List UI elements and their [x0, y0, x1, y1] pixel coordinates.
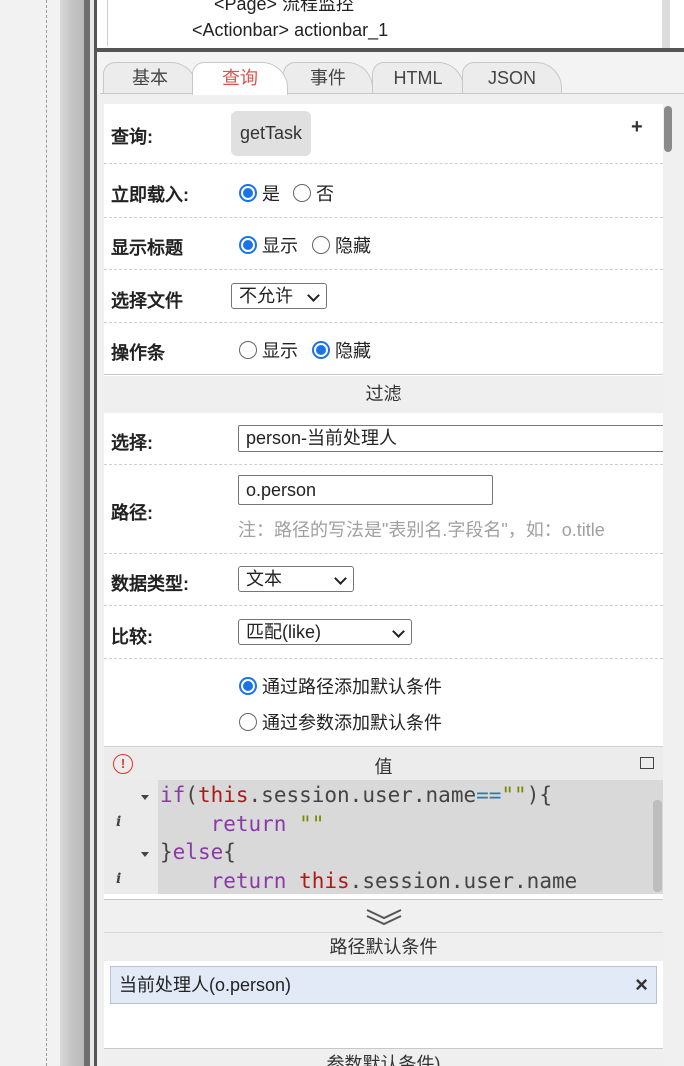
- tree-node-page[interactable]: <Page> 流程监控: [214, 0, 354, 16]
- compare-row: 比较: 匹配(like): [104, 606, 663, 659]
- info-gutter-icon: i: [116, 814, 122, 830]
- add-by-param-radio[interactable]: 通过参数添加默认条件: [239, 709, 442, 735]
- radio-checked-icon: [239, 184, 257, 202]
- path-conditions-title: 路径默认条件: [104, 933, 663, 961]
- component-tree: <Page> 流程监控 <Actionbar> actionbar_1: [97, 0, 684, 48]
- filter-select-row: 选择: person-当前处理人: [104, 413, 663, 465]
- tab-query[interactable]: 查询: [192, 62, 288, 95]
- data-type-dropdown[interactable]: 文本: [238, 566, 354, 592]
- radio-unchecked-icon: [239, 341, 257, 359]
- code-gutter: i i: [104, 780, 158, 894]
- query-properties-panel: 查询: getTask + 立即载入: 是 否 显示标题 显示 隐藏 选择文件 …: [104, 104, 663, 1066]
- expand-toggle[interactable]: [104, 899, 663, 933]
- query-row: 查询: getTask +: [104, 104, 663, 164]
- path-hint: 注：路径的写法是"表别名.字段名"，如：o.title: [238, 520, 605, 540]
- panel-border: [94, 0, 97, 1066]
- remove-condition-button[interactable]: ×: [635, 967, 648, 1003]
- action-bar-label: 操作条: [111, 343, 165, 363]
- value-editor-title: 值: [374, 757, 393, 777]
- fold-arrow-icon[interactable]: [141, 852, 149, 857]
- param-conditions-title: 参数默认条件): [104, 1048, 663, 1066]
- tab-json[interactable]: JSON: [462, 62, 562, 94]
- radio-unchecked-icon: [239, 713, 257, 731]
- load-now-row: 立即载入: 是 否: [104, 164, 663, 218]
- filter-path-row: 路径: o.person 注：路径的写法是"表别名.字段名"，如：o.title: [104, 465, 663, 554]
- tab-events[interactable]: 事件: [283, 62, 373, 94]
- chevron-down-icon: [392, 625, 405, 638]
- tree-scrollbar[interactable]: [662, 0, 670, 48]
- compare-dropdown[interactable]: 匹配(like): [238, 619, 412, 645]
- show-title-row: 显示标题 显示 隐藏: [104, 218, 663, 270]
- query-name-chip[interactable]: getTask: [231, 111, 311, 156]
- maximize-icon[interactable]: [640, 757, 654, 769]
- select-file-dropdown[interactable]: 不允许: [231, 283, 327, 309]
- info-gutter-icon: i: [116, 871, 122, 887]
- show-title-show-radio[interactable]: 显示: [239, 232, 298, 258]
- panel-scrollbar[interactable]: [663, 104, 684, 1066]
- select-file-label: 选择文件: [111, 291, 183, 311]
- code-line-4: return this.session.user.name: [210, 869, 578, 893]
- radio-unchecked-icon: [293, 184, 311, 202]
- code-line-3: }else{: [160, 840, 236, 864]
- data-type-row: 数据类型: 文本: [104, 554, 663, 606]
- dotted-guide-line: [46, 0, 47, 1066]
- tree-node-actionbar[interactable]: <Actionbar> actionbar_1: [192, 20, 388, 41]
- chevron-down-icon: [307, 289, 320, 302]
- left-panel: [0, 0, 60, 1066]
- condition-tag-label: 当前处理人(o.person): [119, 975, 292, 995]
- value-editor-header: ! 值: [104, 746, 663, 780]
- code-scrollbar[interactable]: [653, 800, 662, 892]
- panel-splitter[interactable]: [60, 0, 84, 1066]
- path-label: 路径:: [111, 503, 153, 523]
- radio-checked-icon: [239, 236, 257, 254]
- load-now-no-radio[interactable]: 否: [293, 180, 334, 206]
- filter-section-title: 过滤: [104, 376, 663, 413]
- add-mode-row: 通过路径添加默认条件 通过参数添加默认条件: [104, 659, 663, 746]
- property-tabs: 基本 查询 事件 HTML JSON: [97, 52, 684, 95]
- tab-html[interactable]: HTML: [372, 62, 464, 94]
- filter-field-select[interactable]: person-当前处理人: [238, 425, 663, 452]
- code-line-2: return "": [210, 812, 325, 836]
- tab-basic[interactable]: 基本: [103, 62, 197, 94]
- fold-arrow-icon[interactable]: [141, 795, 149, 800]
- action-bar-row: 操作条 显示 隐藏: [104, 323, 663, 375]
- show-title-label: 显示标题: [111, 238, 183, 258]
- path-input[interactable]: o.person: [238, 475, 493, 505]
- load-now-yes-radio[interactable]: 是: [239, 180, 280, 206]
- show-title-hide-radio[interactable]: 隐藏: [312, 232, 371, 258]
- radio-checked-icon: [312, 341, 330, 359]
- query-label: 查询:: [111, 127, 153, 147]
- compare-label: 比较:: [111, 627, 153, 647]
- add-query-button[interactable]: +: [631, 116, 643, 139]
- panel-scrollbar-thumb[interactable]: [664, 106, 672, 152]
- action-bar-show-radio[interactable]: 显示: [239, 337, 298, 363]
- add-by-path-radio[interactable]: 通过路径添加默认条件: [239, 673, 442, 699]
- radio-unchecked-icon: [312, 236, 330, 254]
- chevron-down-icon: [334, 572, 347, 585]
- select-file-row: 选择文件 不允许: [104, 270, 663, 323]
- action-bar-hide-radio[interactable]: 隐藏: [312, 337, 371, 363]
- load-now-label: 立即载入:: [111, 185, 189, 205]
- code-line-1: if(this.session.user.name==""){: [160, 783, 552, 807]
- value-code-editor[interactable]: i i if(this.session.user.name==""){ retu…: [104, 780, 663, 894]
- condition-tag[interactable]: 当前处理人(o.person) ×: [110, 966, 657, 1004]
- data-type-label: 数据类型:: [111, 574, 189, 594]
- double-chevron-down-icon: [366, 909, 402, 926]
- radio-checked-icon: [239, 677, 257, 695]
- filter-select-label: 选择:: [111, 433, 153, 453]
